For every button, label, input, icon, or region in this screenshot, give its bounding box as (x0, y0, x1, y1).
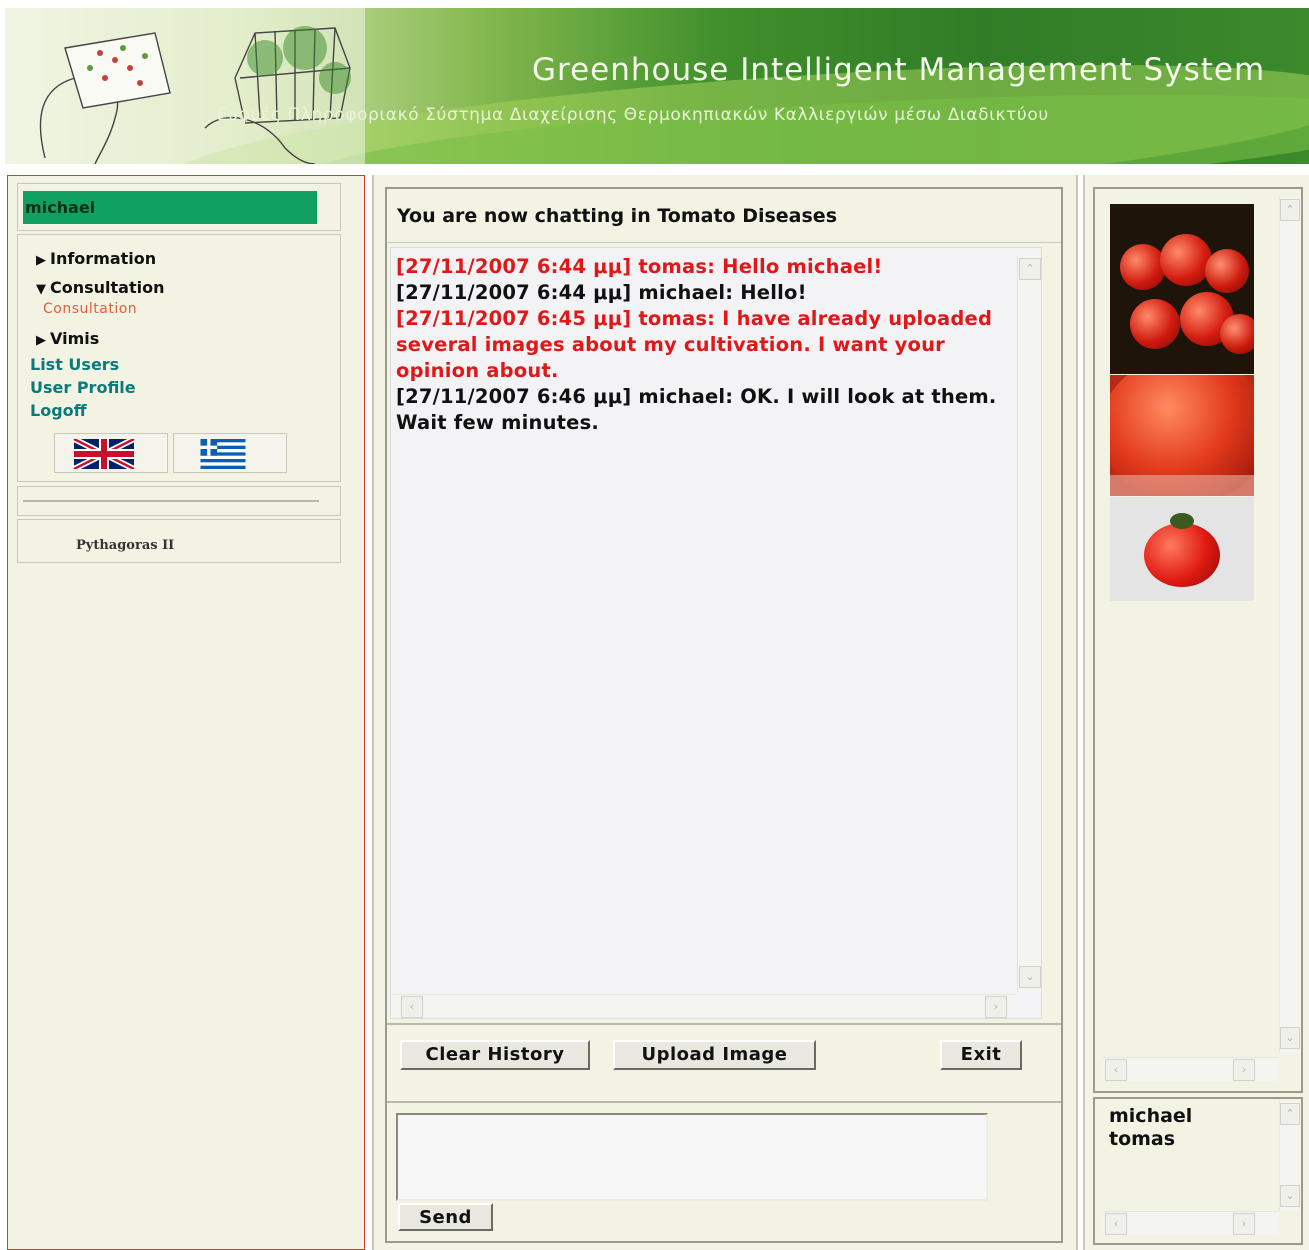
scroll-right-icon[interactable]: › (1233, 1213, 1255, 1235)
triangle-right-icon: ▶ (36, 333, 46, 348)
separator-box (17, 486, 341, 516)
current-user-box: michael (17, 183, 341, 231)
menu-item-vimis[interactable]: ▶ Vimis (36, 329, 99, 348)
scroll-down-icon[interactable]: ⌄ (1280, 1185, 1300, 1207)
online-users-list: michael tomas (1109, 1105, 1192, 1151)
online-user-item: tomas (1109, 1128, 1176, 1150)
users-vertical-scrollbar[interactable]: ⌃ ⌄ (1279, 1101, 1301, 1211)
language-english-button[interactable] (54, 433, 168, 473)
scroll-left-icon[interactable]: ‹ (401, 996, 423, 1018)
images-horizontal-scrollbar[interactable]: ‹ › (1103, 1057, 1279, 1081)
scroll-down-icon[interactable]: ⌄ (1280, 1027, 1300, 1049)
chat-room-header: You are now chatting in Tomato Diseases (387, 189, 1061, 243)
left-sidebar: michael ▶ Information ▼ Consultation Consu… (7, 175, 365, 1250)
online-user-item: michael (1109, 1105, 1193, 1127)
chat-actions-bar: Clear History Upload Image Exit (387, 1023, 1061, 1103)
users-horizontal-scrollbar[interactable]: ‹ › (1103, 1211, 1279, 1235)
greenhouse-sketch-icon (5, 8, 365, 164)
chat-panel: You are now chatting in Tomato Diseases … (372, 175, 1078, 1250)
exit-button[interactable]: Exit (940, 1040, 1022, 1070)
banner-subtitle: Ευφυές Πληροφοριακό Σύστημα Διαχείρισης … (217, 105, 1049, 125)
menu-item-consultation[interactable]: ▼ Consultation (36, 278, 164, 297)
flag-greece-icon (200, 439, 246, 469)
menu-item-consultation-label: Consultation (50, 278, 165, 297)
chat-message: [27/11/2007 6:44 μμ] michael: Hello! (396, 281, 807, 304)
menu-item-information[interactable]: ▶ Information (36, 249, 156, 268)
project-label: Pythagoras II (76, 538, 175, 553)
chat-message: [27/11/2007 6:44 μμ] tomas: Hello michae… (396, 255, 883, 278)
banner-title: Greenhouse Intelligent Management System (532, 52, 1266, 88)
chat-frame: You are now chatting in Tomato Diseases … (385, 187, 1063, 1243)
right-sidebar: ⌃ ⌄ ‹ › michael tomas ⌃ ⌄ ‹ › (1083, 175, 1309, 1250)
send-button[interactable]: Send (398, 1203, 493, 1231)
link-user-profile[interactable]: User Profile (30, 378, 136, 397)
scroll-up-icon[interactable]: ⌃ (1280, 1103, 1300, 1125)
navigation-menu: ▶ Information ▼ Consultation Consultation … (17, 234, 341, 482)
message-list: [27/11/2007 6:44 μμ] tomas: Hello michae… (396, 254, 1016, 436)
upload-image-button[interactable]: Upload Image (613, 1040, 816, 1070)
current-username: michael (23, 191, 317, 224)
clear-history-button[interactable]: Clear History (400, 1040, 590, 1070)
chat-message: [27/11/2007 6:46 μμ] michael: OK. I will… (396, 385, 997, 434)
menu-item-information-label: Information (50, 249, 157, 268)
shared-images-panel: ⌃ ⌄ ‹ › (1093, 187, 1303, 1093)
scroll-up-icon[interactable]: ⌃ (1280, 199, 1300, 221)
flag-uk-icon (72, 439, 136, 469)
scroll-left-icon[interactable]: ‹ (1105, 1213, 1127, 1235)
language-greek-button[interactable] (173, 433, 287, 473)
triangle-right-icon: ▶ (36, 253, 46, 268)
link-logoff[interactable]: Logoff (30, 401, 87, 420)
triangle-down-icon: ▼ (36, 282, 46, 297)
chat-horizontal-scrollbar[interactable]: ‹ › (393, 994, 1015, 1018)
online-users-panel: michael tomas ⌃ ⌄ ‹ › (1093, 1097, 1303, 1245)
tomato-closeup-image[interactable] (1110, 375, 1254, 496)
chat-message: [27/11/2007 6:45 μμ] tomas: I have alrea… (396, 307, 993, 382)
footer-box: Pythagoras II (17, 519, 341, 563)
scroll-right-icon[interactable]: › (1233, 1059, 1255, 1081)
tomato-cluster-image[interactable] (1110, 204, 1254, 374)
chat-history[interactable]: [27/11/2007 6:44 μμ] tomas: Hello michae… (390, 247, 1042, 1019)
scroll-down-icon[interactable]: ⌄ (1019, 966, 1041, 988)
tomato-single-image[interactable] (1110, 497, 1254, 601)
message-input[interactable] (396, 1113, 988, 1201)
images-vertical-scrollbar[interactable]: ⌃ ⌄ (1279, 197, 1301, 1053)
separator-line (23, 500, 319, 502)
header-banner: Greenhouse Intelligent Management System… (5, 8, 1309, 164)
menu-item-vimis-label: Vimis (50, 329, 100, 348)
chat-vertical-scrollbar[interactable]: ⌃ ⌄ (1017, 256, 1041, 992)
scroll-left-icon[interactable]: ‹ (1105, 1059, 1127, 1081)
menu-subitem-consultation[interactable]: Consultation (43, 301, 137, 317)
link-list-users[interactable]: List Users (30, 355, 119, 374)
scroll-up-icon[interactable]: ⌃ (1019, 258, 1041, 280)
scroll-right-icon[interactable]: › (985, 996, 1007, 1018)
